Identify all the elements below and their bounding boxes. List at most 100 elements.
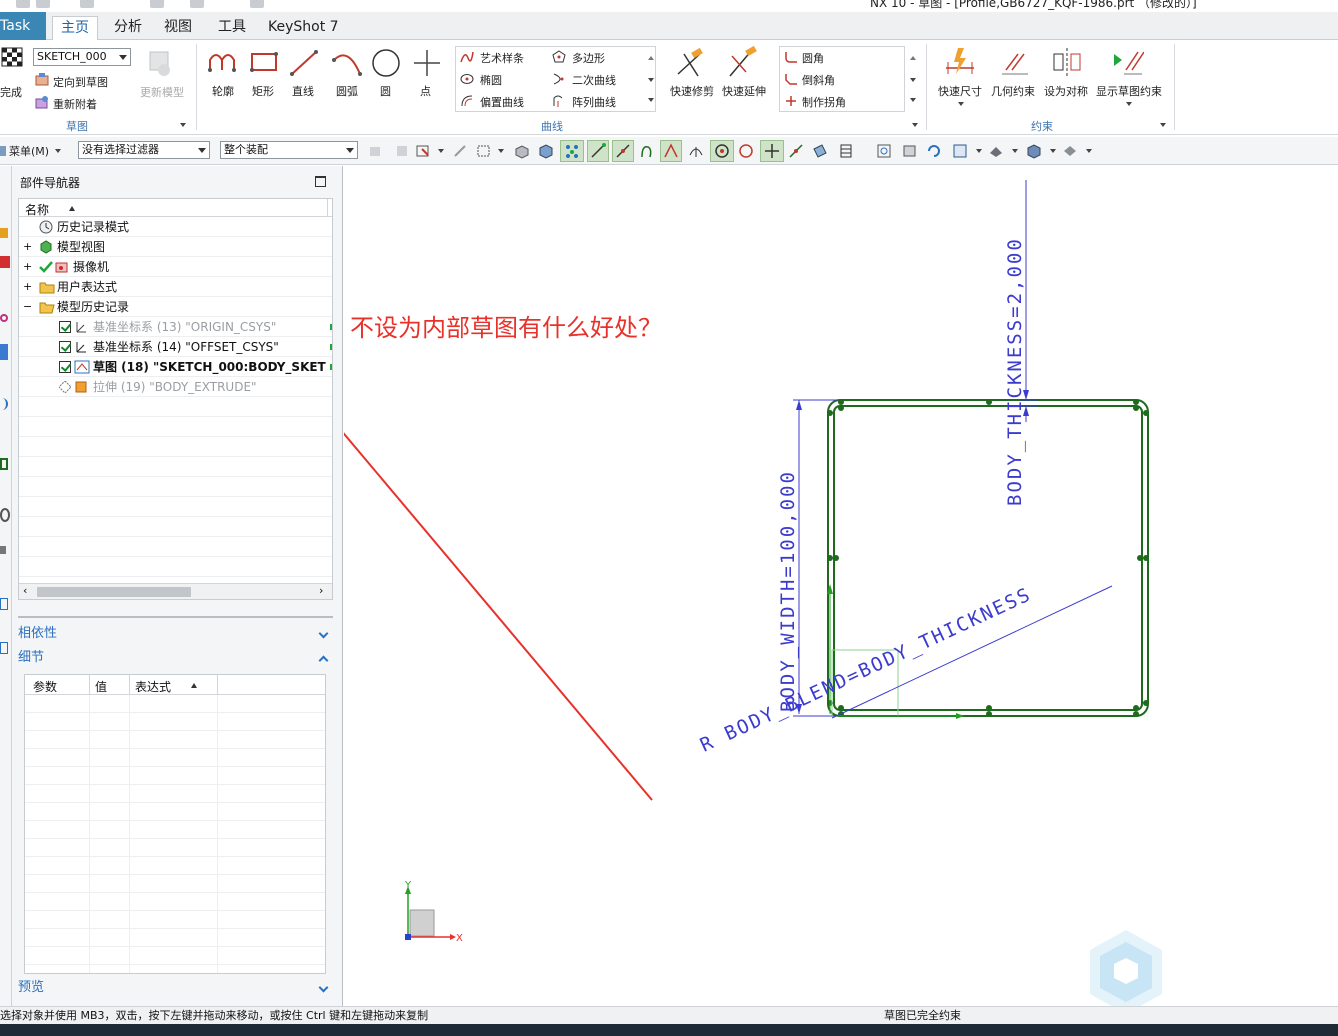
geometric-constraint-icon[interactable]: [998, 46, 1032, 78]
rapid-dimension-dropdown[interactable]: [958, 102, 964, 106]
tab-analysis[interactable]: 分析: [110, 16, 146, 38]
visibility-checkbox[interactable]: [59, 361, 71, 373]
tree-row-model-views[interactable]: + 模型视图: [19, 237, 332, 257]
solid-icon[interactable]: [538, 143, 554, 159]
profile-icon[interactable]: [206, 48, 240, 78]
line-icon[interactable]: [288, 48, 322, 78]
rapid-dimension-button[interactable]: 快速尺寸: [938, 83, 982, 99]
column-param[interactable]: 参数: [33, 678, 57, 695]
conic-button[interactable]: 二次曲线: [572, 72, 616, 88]
corner-expand[interactable]: [910, 98, 916, 102]
tab-view[interactable]: 视图: [160, 16, 196, 38]
column-name-header[interactable]: 名称: [25, 201, 49, 218]
snap-icon[interactable]: [452, 143, 468, 159]
intersection-icon[interactable]: [663, 143, 679, 159]
resource-web-icon[interactable]: [0, 398, 8, 410]
tree-row-model-history[interactable]: − 模型历史记录: [19, 297, 332, 317]
thickness-dimension-text[interactable]: BODY_THICKNESS=2,000: [1004, 237, 1026, 506]
tab-home[interactable]: 主页: [52, 16, 98, 41]
tab-keyshot[interactable]: KeyShot 7: [264, 16, 343, 38]
section-view-dropdown[interactable]: [1086, 149, 1092, 153]
suppressed-icon[interactable]: [59, 381, 71, 393]
end-point-icon[interactable]: [590, 143, 606, 159]
orient-view-toolbar-icon[interactable]: [952, 143, 968, 159]
column-expression[interactable]: 表达式: [135, 678, 171, 695]
reattach-button[interactable]: 重新附着: [53, 96, 97, 112]
pattern-curve-button[interactable]: 阵列曲线: [572, 94, 616, 110]
bounded-grid-icon[interactable]: [838, 143, 854, 159]
details-section[interactable]: 细节: [18, 648, 333, 668]
make-corner-button[interactable]: 制作拐角: [802, 94, 846, 110]
assembly-scope-combo[interactable]: 整个装配: [220, 141, 358, 159]
select-point-icon[interactable]: [416, 143, 432, 159]
point-button[interactable]: 点: [420, 83, 431, 99]
redo-icon[interactable]: [80, 0, 94, 8]
gallery-expand[interactable]: [648, 98, 654, 102]
studio-spline-button[interactable]: 艺术样条: [480, 50, 524, 66]
quick-trim-icon[interactable]: [674, 46, 708, 80]
rapid-dimension-icon[interactable]: [944, 46, 978, 78]
geometric-constraint-button[interactable]: 几何约束: [991, 83, 1035, 99]
visibility-checkbox[interactable]: [59, 341, 71, 353]
menu-dropdown[interactable]: [55, 149, 61, 153]
center-point-icon[interactable]: [714, 143, 730, 159]
resource-system-icon[interactable]: [0, 508, 10, 522]
save-icon[interactable]: [16, 0, 30, 8]
copy-icon[interactable]: [150, 0, 164, 8]
select-point-dropdown[interactable]: [438, 149, 444, 153]
circle-icon[interactable]: [370, 48, 404, 78]
rectangle-icon[interactable]: [248, 48, 282, 78]
section-view-icon[interactable]: [1062, 143, 1078, 159]
undo-icon[interactable]: [36, 0, 50, 8]
point-on-face-icon[interactable]: [812, 143, 828, 159]
mid-point-icon[interactable]: [615, 143, 631, 159]
resource-history-icon[interactable]: [0, 458, 8, 470]
resource-part-icon[interactable]: [0, 314, 8, 322]
rotate-icon[interactable]: [926, 143, 942, 159]
update-model-button[interactable]: 更新模型: [140, 84, 184, 100]
preview-section[interactable]: 预览: [18, 978, 333, 998]
rect-select-icon[interactable]: [476, 143, 492, 159]
corner-scroll-up[interactable]: [910, 56, 916, 60]
quick-extend-icon[interactable]: [726, 46, 760, 80]
box-icon[interactable]: [514, 143, 530, 159]
paste-icon[interactable]: [190, 0, 204, 8]
width-dimension-text[interactable]: BODY_WIDTH=100,000: [777, 470, 799, 712]
expand-icon[interactable]: +: [23, 277, 32, 297]
menu-button[interactable]: 菜单(M): [9, 143, 49, 159]
tree-row-offset-csys[interactable]: 基准坐标系 (14) "OFFSET_CSYS": [19, 337, 332, 357]
tree-row-origin-csys[interactable]: 基准坐标系 (13) "ORIGIN_CSYS": [19, 317, 332, 337]
show-constraints-icon[interactable]: [1110, 46, 1144, 78]
make-symmetric-icon[interactable]: [1050, 46, 1084, 78]
visibility-checkbox[interactable]: [59, 321, 71, 333]
zoom-icon[interactable]: [902, 143, 918, 159]
show-constraints-button[interactable]: 显示草图约束: [1096, 83, 1162, 99]
sketch-name-combo[interactable]: SKETCH_000: [33, 48, 131, 66]
profile-button[interactable]: 轮廓: [212, 83, 234, 99]
fit-view-icon[interactable]: [876, 143, 892, 159]
arc-icon[interactable]: [330, 48, 364, 78]
orient-to-sketch-button[interactable]: 定向到草图: [53, 74, 108, 90]
collapse-icon[interactable]: −: [23, 297, 32, 317]
tab-tools[interactable]: 工具: [214, 16, 250, 38]
scroll-left-icon[interactable]: ‹: [23, 584, 27, 597]
curve-group-dropdown[interactable]: [912, 123, 918, 127]
ellipse-button[interactable]: 椭圆: [480, 72, 502, 88]
snap-grid-icon[interactable]: [564, 143, 580, 159]
shaded-icon[interactable]: [1026, 143, 1042, 159]
constraint-group-dropdown[interactable]: [1160, 123, 1166, 127]
quick-extend-button[interactable]: 快速延伸: [722, 83, 766, 99]
rect-select-dropdown[interactable]: [498, 149, 504, 153]
select-feature-icon[interactable]: [368, 143, 384, 159]
fillet-button[interactable]: 圆角: [802, 50, 824, 66]
line-button[interactable]: 直线: [292, 83, 314, 99]
maximize-icon[interactable]: [315, 176, 326, 187]
finish-flag-icon[interactable]: [0, 46, 24, 70]
resource-assembly-icon[interactable]: [0, 228, 8, 238]
render-style-dropdown[interactable]: [1012, 149, 1018, 153]
tab-task[interactable]: Task: [0, 12, 46, 40]
graphics-window[interactable]: BODY_THICKNESS=2,000 BODY_WIDTH=100,000 …: [344, 166, 1338, 1006]
quick-trim-button[interactable]: 快速修剪: [670, 83, 714, 99]
offset-curve-button[interactable]: 偏置曲线: [480, 94, 524, 110]
polygon-button[interactable]: 多边形: [572, 50, 605, 66]
